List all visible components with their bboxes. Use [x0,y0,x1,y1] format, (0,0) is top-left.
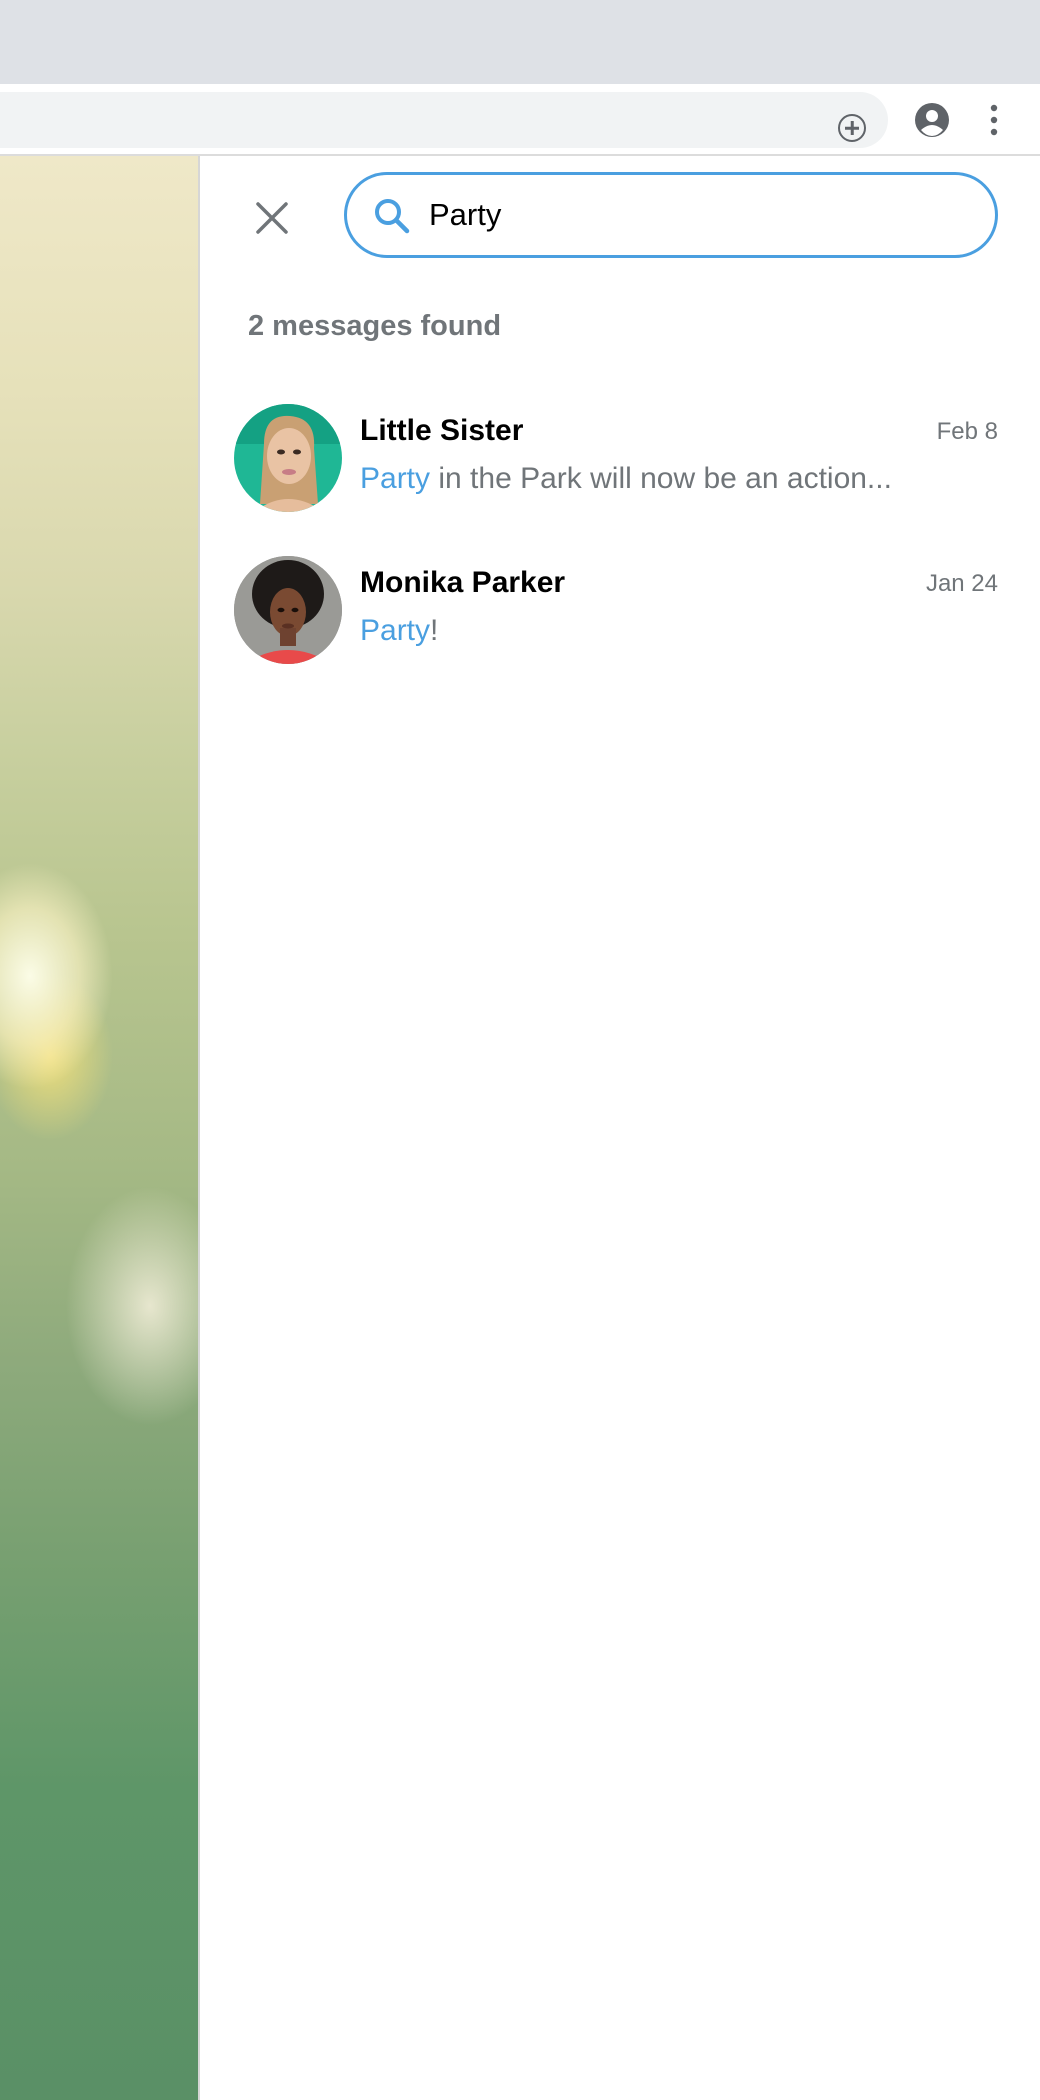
result-snippet-text: in the Park will now be an action... [430,462,892,495]
result-snippet: Party in the Park will now be an action.… [360,462,892,496]
browser-tab-strip [0,0,1040,84]
search-field[interactable] [344,172,998,258]
account-circle-icon[interactable] [914,102,950,138]
search-icon [375,199,410,234]
result-snippet-text: ! [430,614,439,647]
close-icon[interactable] [250,196,294,240]
result-date: Jan 24 [925,570,998,597]
search-input[interactable] [429,189,969,241]
result-date: Feb 8 [936,418,998,445]
result-snippet-highlight: Party [360,462,431,495]
more-vert-icon[interactable] [988,104,1000,136]
results-count: 2 messages found [248,310,502,342]
chat-background [0,156,198,2100]
add-circle-icon[interactable] [838,114,866,142]
result-sender-name: Little Sister [360,414,524,447]
avatar [234,404,342,512]
result-sender-name: Monika Parker [360,566,566,599]
result-snippet-highlight: Party [360,614,431,647]
address-bar[interactable] [0,92,888,148]
search-result-item[interactable]: Little Sister Feb 8 Party in the Park wi… [200,404,1040,554]
result-snippet: Party! [360,614,438,648]
browser-toolbar [0,84,1040,154]
search-result-item[interactable]: Monika Parker Jan 24 Party! [200,556,1040,706]
avatar [234,556,342,664]
